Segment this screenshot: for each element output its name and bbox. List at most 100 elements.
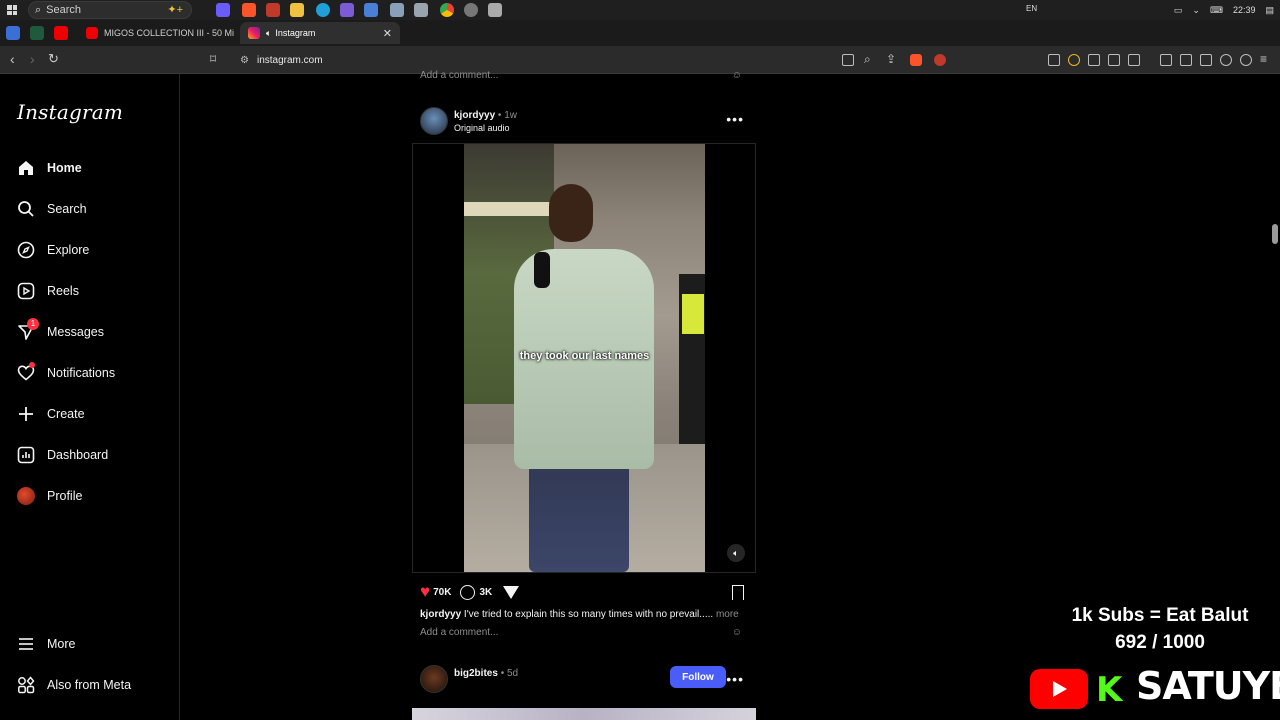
post-time: • 1w: [497, 110, 517, 121]
tab-instagram[interactable]: 🔈︎ Instagram ✕: [240, 22, 400, 44]
add-comment-input[interactable]: Add a comment...: [420, 70, 498, 81]
follow-button[interactable]: Follow: [670, 666, 726, 688]
taskbar-app-icon[interactable]: [488, 3, 502, 17]
reload-button[interactable]: ↻: [48, 51, 59, 67]
instagram-icon: [248, 27, 260, 39]
extension-icon[interactable]: [1088, 54, 1100, 66]
sidebar-item-dashboard[interactable]: Dashboard: [14, 438, 170, 472]
plus-icon: [14, 402, 38, 426]
caption-username[interactable]: kjordyyy: [420, 609, 461, 620]
taskbar-app-icon[interactable]: [216, 3, 230, 17]
more-options-icon[interactable]: •••: [726, 111, 744, 127]
sidebar-item-label: Messages: [47, 325, 104, 339]
username-text[interactable]: big2bites: [454, 668, 498, 679]
sidebar-item-messages[interactable]: 1 Messages: [14, 315, 170, 349]
instagram-feed: Add a comment... ☺ kjordyyy • 1w Origina…: [412, 70, 756, 720]
cast-icon[interactable]: [842, 54, 854, 66]
taskbar-app-icon[interactable]: [364, 3, 378, 17]
profile-avatar: [14, 484, 38, 508]
goal-text: 1k Subs = Eat Balut: [1071, 605, 1249, 626]
sidebar-item-label: Profile: [47, 489, 83, 503]
sidebar-item-search[interactable]: Search: [14, 192, 170, 226]
mute-toggle-icon[interactable]: 🔈︎: [727, 544, 745, 562]
microphone: [534, 252, 550, 288]
more-options-icon[interactable]: •••: [726, 671, 744, 687]
windows-start-icon[interactable]: [0, 0, 24, 20]
sidebar-item-more[interactable]: More: [14, 627, 170, 661]
youtube-icon[interactable]: [54, 26, 68, 40]
media-icon[interactable]: [1160, 54, 1172, 66]
wallet-icon[interactable]: [1200, 54, 1212, 66]
site-settings-icon[interactable]: ⚙: [240, 55, 249, 66]
sidebar-item-create[interactable]: Create: [14, 397, 170, 431]
username-text[interactable]: kjordyyy: [454, 110, 495, 121]
save-bookmark-icon[interactable]: [732, 584, 744, 600]
post-video[interactable]: they took our last names 🔈︎: [412, 143, 756, 573]
language-indicator[interactable]: EN: [1026, 4, 1037, 13]
sidebar-icon[interactable]: [1180, 54, 1192, 66]
avatar[interactable]: [420, 107, 448, 135]
share-icon[interactable]: ⇪: [886, 52, 896, 66]
tab-youtube-migos[interactable]: MIGOS COLLECTION III - 50 Minutes: [78, 22, 234, 44]
taskbar-app-icon[interactable]: [464, 3, 478, 17]
edge-icon[interactable]: [316, 3, 330, 17]
brave-rewards-icon[interactable]: [934, 54, 946, 66]
taskbar-search-input[interactable]: ⌕ Search ✦+: [28, 1, 192, 19]
back-button[interactable]: ‹: [10, 51, 15, 67]
vpn-icon[interactable]: [1240, 54, 1252, 66]
video-player[interactable]: they took our last names: [464, 144, 705, 572]
caption-more-link[interactable]: more: [716, 609, 739, 620]
avatar[interactable]: [420, 665, 448, 693]
tray-icon[interactable]: ▭: [1174, 5, 1183, 16]
file-explorer-icon[interactable]: [290, 3, 304, 17]
sidebar-item-label: Also from Meta: [47, 678, 132, 692]
sidebar-item-profile[interactable]: Profile: [14, 479, 170, 513]
brave-shields-icon[interactable]: [910, 54, 922, 66]
close-tab-icon[interactable]: ✕: [383, 27, 392, 40]
chevron-down-icon[interactable]: ⌄: [1192, 5, 1200, 16]
sidebar-item-reels[interactable]: Reels: [14, 274, 170, 308]
leo-ai-icon[interactable]: [1220, 54, 1232, 66]
taskbar-app-icon[interactable]: [340, 3, 354, 17]
post-username[interactable]: big2bites • 5d: [454, 668, 518, 679]
kick-logo-icon: K: [1096, 670, 1123, 710]
like-heart-icon[interactable]: ♥: [420, 582, 430, 602]
emoji-icon[interactable]: ☺: [732, 70, 742, 81]
clock[interactable]: 22:39: [1233, 5, 1256, 15]
chrome-icon[interactable]: [440, 3, 454, 17]
zoom-icon[interactable]: ⌕: [864, 52, 871, 67]
extension-icon[interactable]: [1128, 54, 1140, 66]
forward-button[interactable]: ›: [30, 51, 35, 67]
post-media[interactable]: [412, 708, 756, 720]
pinned-tab-icon[interactable]: [6, 26, 20, 40]
sidebar-item-also-from-meta[interactable]: Also from Meta: [14, 668, 170, 702]
bookmark-icon[interactable]: ⌑: [210, 52, 216, 66]
notification-icon[interactable]: ▤: [1265, 5, 1274, 16]
comment-icon[interactable]: [460, 584, 476, 600]
taskbar-app-icon[interactable]: [266, 3, 280, 17]
add-comment-input[interactable]: Add a comment...: [420, 627, 498, 638]
emoji-icon[interactable]: ☺: [732, 627, 742, 638]
taskbar-app-icon[interactable]: [390, 3, 404, 17]
page-scrollbar[interactable]: [1272, 224, 1278, 244]
search-icon: ⌕: [35, 3, 42, 16]
sidebar-item-notifications[interactable]: Notifications: [14, 356, 170, 390]
sidebar-item-explore[interactable]: Explore: [14, 233, 170, 267]
extension-icon[interactable]: [1068, 54, 1080, 66]
menu-icon[interactable]: ≡: [1260, 52, 1267, 66]
pinned-tab-icon[interactable]: [30, 26, 44, 40]
taskbar-app-icon[interactable]: [414, 3, 428, 17]
share-send-icon[interactable]: [503, 585, 520, 599]
post-username[interactable]: kjordyyy • 1w: [454, 110, 517, 121]
post-time: • 5d: [500, 668, 519, 679]
instagram-logo[interactable]: Instagram: [17, 100, 123, 124]
audio-link[interactable]: Original audio: [454, 123, 510, 133]
sidebar-item-home[interactable]: Home: [14, 151, 170, 185]
browser-toolbar: ‹ › ↻ ⌑ ⚙ instagram.com ⌕ ⇪ ≡: [0, 46, 1280, 74]
download-icon[interactable]: [1048, 54, 1060, 66]
extensions-puzzle-icon[interactable]: [1108, 54, 1120, 66]
video-person: [549, 184, 593, 242]
brave-taskbar-icon[interactable]: [242, 3, 256, 17]
copilot-sparkle-icon: ✦+: [167, 4, 183, 16]
keyboard-icon[interactable]: ⌨: [1210, 5, 1223, 16]
